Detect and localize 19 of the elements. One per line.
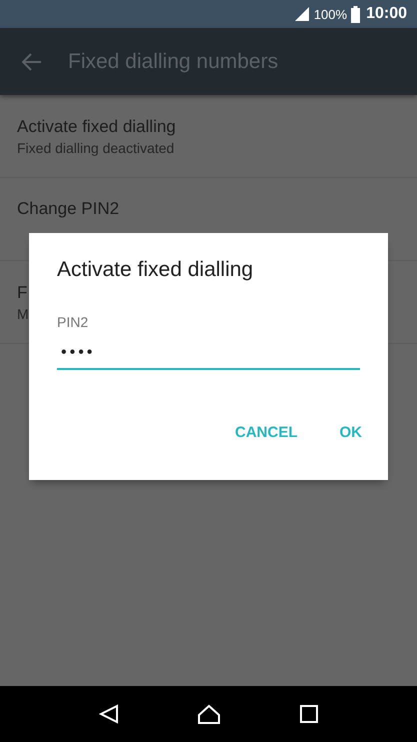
item-title: Activate fixed dialling	[17, 116, 177, 136]
field-label: PIN2	[57, 314, 90, 330]
item-subtitle: Fixed dialling deactivated	[17, 140, 176, 156]
battery-icon	[351, 6, 360, 22]
battery-percentage: 100%	[314, 6, 348, 22]
pin-field[interactable]: ••••	[57, 340, 360, 370]
dialog-button[interactable]: CANCEL	[223, 416, 310, 449]
clock: 10:00	[366, 5, 407, 23]
item-subtitle: M	[17, 306, 30, 322]
recents-icon[interactable]	[300, 705, 318, 723]
home-icon[interactable]	[197, 704, 222, 724]
item-title: F	[17, 282, 28, 302]
dialog-title: Activate fixed dialling	[57, 258, 254, 282]
screen-title: Fixed dialling numbers	[68, 50, 278, 74]
back-icon[interactable]	[99, 704, 120, 724]
item-title: Change PIN2	[17, 199, 120, 219]
signal-icon	[294, 6, 310, 22]
dialog-button[interactable]: OK	[328, 416, 374, 449]
settings-item[interactable]: Activate fixed dialling Fixed dialling deactivated	[0, 95, 417, 178]
